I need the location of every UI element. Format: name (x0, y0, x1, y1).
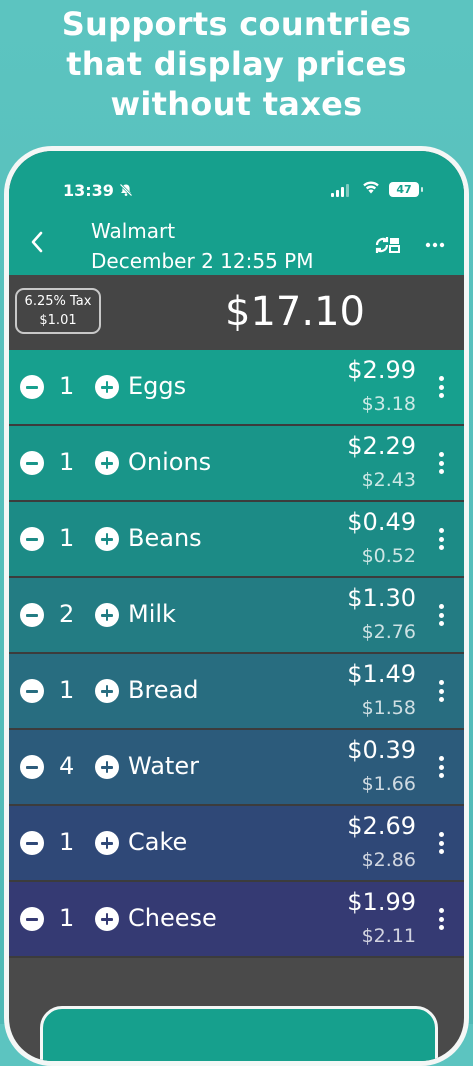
app-bar: 13:39 47 Walmart December 2 12:55 PM (9, 151, 464, 275)
item-name: Cake (128, 828, 188, 856)
back-icon[interactable] (29, 229, 45, 260)
item-unit-price: $1.30 (347, 584, 416, 612)
item-total-with-tax: $2.11 (361, 925, 416, 947)
item-menu-icon[interactable] (439, 756, 445, 780)
item-quantity: 4 (59, 752, 75, 780)
item-total-with-tax: $2.86 (361, 849, 416, 871)
item-unit-price: $2.69 (347, 812, 416, 840)
item-unit-price: $1.49 (347, 660, 416, 688)
item-menu-icon[interactable] (439, 680, 445, 704)
minus-icon[interactable] (20, 451, 44, 475)
plus-icon[interactable] (95, 527, 119, 551)
grand-total: $17.10 (225, 289, 365, 335)
total-bar: 6.25% Tax $1.01 $17.10 (9, 275, 464, 350)
item-quantity: 1 (59, 828, 75, 856)
more-icon[interactable] (425, 231, 445, 251)
item-menu-icon[interactable] (439, 376, 445, 400)
plus-icon[interactable] (95, 907, 119, 931)
promo-headline: Supports countries that display prices w… (0, 4, 473, 124)
item-name: Milk (128, 600, 176, 628)
promo-line-3: without taxes (110, 85, 363, 123)
plus-icon[interactable] (95, 679, 119, 703)
item-menu-icon[interactable] (439, 832, 445, 856)
add-item-button[interactable] (40, 1006, 438, 1061)
item-unit-price: $1.99 (347, 888, 416, 916)
item-name: Onions (128, 448, 212, 476)
item-row[interactable]: 1 Eggs $2.99 $3.18 (9, 350, 464, 426)
status-time: 13:39 (63, 181, 114, 200)
item-list: 1 Eggs $2.99 $3.18 1 Onions $2.29 $2.43 … (9, 350, 464, 958)
item-quantity: 1 (59, 448, 75, 476)
item-quantity: 1 (59, 676, 75, 704)
item-quantity: 2 (59, 600, 75, 628)
item-unit-price: $2.29 (347, 432, 416, 460)
item-total-with-tax: $1.66 (361, 773, 416, 795)
swap-icon[interactable] (375, 235, 401, 255)
plus-icon[interactable] (95, 375, 119, 399)
item-menu-icon[interactable] (439, 528, 445, 552)
item-menu-icon[interactable] (439, 908, 445, 932)
item-unit-price: $0.39 (347, 736, 416, 764)
item-name: Water (128, 752, 199, 780)
phone-screen: 13:39 47 Walmart December 2 12:55 PM 6.2… (9, 151, 464, 1061)
item-menu-icon[interactable] (439, 604, 445, 628)
minus-icon[interactable] (20, 831, 44, 855)
minus-icon[interactable] (20, 755, 44, 779)
tax-button[interactable]: 6.25% Tax $1.01 (15, 288, 101, 334)
phone-frame: 13:39 47 Walmart December 2 12:55 PM 6.2… (4, 146, 469, 1066)
item-unit-price: $0.49 (347, 508, 416, 536)
item-row[interactable]: 1 Onions $2.29 $2.43 (9, 426, 464, 502)
item-row[interactable]: 1 Cheese $1.99 $2.11 (9, 882, 464, 958)
item-row[interactable]: 1 Cake $2.69 $2.86 (9, 806, 464, 882)
tax-rate: 6.25% Tax (24, 294, 92, 309)
status-bar: 13:39 47 (9, 181, 464, 201)
item-total-with-tax: $1.58 (361, 697, 416, 719)
item-menu-icon[interactable] (439, 452, 445, 476)
plus-icon[interactable] (95, 451, 119, 475)
item-quantity: 1 (59, 372, 75, 400)
plus-icon[interactable] (95, 831, 119, 855)
tax-amount: $1.01 (39, 313, 77, 328)
minus-icon[interactable] (20, 375, 44, 399)
item-name: Bread (128, 676, 199, 704)
minus-icon[interactable] (20, 907, 44, 931)
item-name: Beans (128, 524, 202, 552)
promo-line-1: Supports countries (61, 5, 412, 43)
minus-icon[interactable] (20, 527, 44, 551)
minus-icon[interactable] (20, 603, 44, 627)
receipt-date: December 2 12:55 PM (91, 249, 314, 273)
item-row[interactable]: 1 Bread $1.49 $1.58 (9, 654, 464, 730)
item-total-with-tax: $3.18 (361, 393, 416, 415)
item-total-with-tax: $0.52 (361, 545, 416, 567)
wifi-icon (361, 179, 381, 200)
promo-line-2: that display prices (66, 45, 407, 83)
item-row[interactable]: 2 Milk $1.30 $2.76 (9, 578, 464, 654)
minus-icon[interactable] (20, 679, 44, 703)
item-unit-price: $2.99 (347, 356, 416, 384)
item-quantity: 1 (59, 904, 75, 932)
item-quantity: 1 (59, 524, 75, 552)
item-total-with-tax: $2.76 (361, 621, 416, 643)
plus-icon[interactable] (95, 755, 119, 779)
item-total-with-tax: $2.43 (361, 469, 416, 491)
plus-icon[interactable] (95, 603, 119, 627)
battery-icon: 47 (389, 182, 423, 197)
item-name: Eggs (128, 372, 187, 400)
item-row[interactable]: 1 Beans $0.49 $0.52 (9, 502, 464, 578)
item-row[interactable]: 4 Water $0.39 $1.66 (9, 730, 464, 806)
item-name: Cheese (128, 904, 217, 932)
bell-slash-icon (119, 183, 133, 201)
store-name: Walmart (91, 219, 176, 243)
signal-icon (331, 184, 349, 197)
